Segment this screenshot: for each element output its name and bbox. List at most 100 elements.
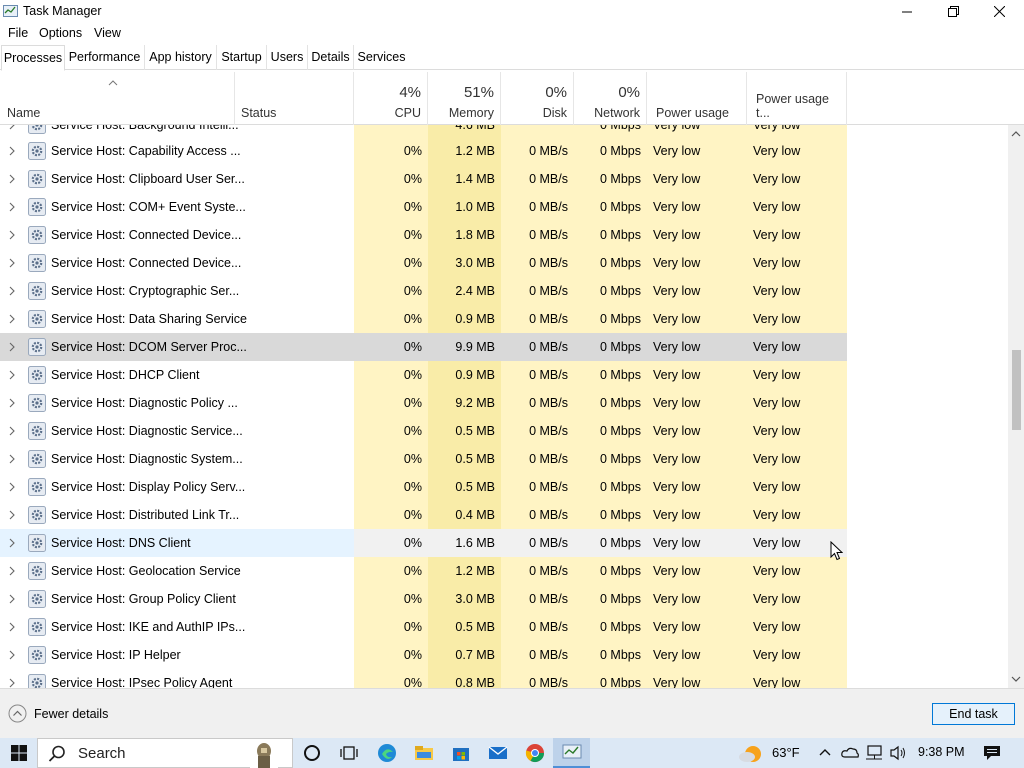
store-button[interactable]	[442, 738, 479, 768]
chevron-right-icon[interactable]	[8, 425, 16, 437]
tab-services[interactable]: Services	[354, 45, 409, 70]
menu-file[interactable]: File	[8, 26, 28, 40]
edge-button[interactable]	[368, 738, 405, 768]
chevron-up-circle-icon[interactable]	[8, 704, 27, 723]
table-row[interactable]: Service Host: DNS Client 0% 1.6 MB 0 MB/s 0 …	[0, 529, 1008, 557]
tab-performance[interactable]: Performance	[65, 45, 145, 70]
process-name: Service Host: IPsec Policy Agent	[51, 676, 233, 688]
column-header-disk[interactable]: 0% Disk	[501, 72, 574, 125]
network-icon[interactable]	[865, 745, 883, 761]
chevron-right-icon[interactable]	[8, 397, 16, 409]
table-row[interactable]: Service Host: DCOM Server Proc... 0% 9.9 M…	[0, 333, 1008, 361]
menu-options[interactable]: Options	[39, 26, 82, 40]
tab-details[interactable]: Details	[308, 45, 354, 70]
chrome-button[interactable]	[516, 738, 553, 768]
chevron-right-icon[interactable]	[8, 621, 16, 633]
table-row[interactable]: Service Host: Cryptographic Ser... 0% 2.4 …	[0, 277, 1008, 305]
table-row[interactable]: Service Host: IPsec Policy Agent 0% 0.8 MB…	[0, 669, 1008, 688]
tab-users[interactable]: Users	[267, 45, 308, 70]
service-gear-icon	[28, 674, 46, 688]
menu-view[interactable]: View	[94, 26, 121, 40]
process-name: Service Host: IP Helper	[51, 648, 181, 662]
weather-temperature[interactable]: 63°F	[772, 745, 800, 760]
file-explorer-button[interactable]	[405, 738, 442, 768]
process-name: Service Host: Group Policy Client	[51, 592, 236, 606]
cell-network: 0 Mbps	[600, 508, 641, 522]
table-row[interactable]: Service Host: Distributed Link Tr... 0% 0.…	[0, 501, 1008, 529]
table-row[interactable]: Service Host: IP Helper 0% 0.7 MB 0 MB/s 0 M…	[0, 641, 1008, 669]
fewer-details-link[interactable]: Fewer details	[34, 707, 108, 721]
column-header-memory[interactable]: 51% Memory	[428, 72, 501, 125]
chevron-right-icon[interactable]	[8, 285, 16, 297]
chevron-right-icon[interactable]	[8, 341, 16, 353]
chevron-right-icon[interactable]	[8, 565, 16, 577]
table-row[interactable]: Service Host: Group Policy Client 0% 3.0 M…	[0, 585, 1008, 613]
tab-app-history[interactable]: App history	[145, 45, 217, 70]
table-row[interactable]: Service Host: Connected Device... 0% 1.8 M…	[0, 221, 1008, 249]
table-row[interactable]: Service Host: Diagnostic Service... 0% 0.5…	[0, 417, 1008, 445]
service-gear-icon	[28, 226, 46, 244]
scroll-up-arrow-icon[interactable]	[1008, 127, 1024, 141]
chevron-right-icon[interactable]	[8, 173, 16, 185]
close-button[interactable]	[976, 0, 1022, 23]
table-row[interactable]: Service Host: Capability Access ... 0% 1.2…	[0, 137, 1008, 165]
table-row[interactable]: Service Host: COM+ Event Syste... 0% 1.0 M…	[0, 193, 1008, 221]
chevron-right-icon[interactable]	[8, 229, 16, 241]
chevron-right-icon[interactable]	[8, 201, 16, 213]
chevron-right-icon[interactable]	[8, 649, 16, 661]
chevron-right-icon[interactable]	[8, 509, 16, 521]
chevron-right-icon[interactable]	[8, 145, 16, 157]
chevron-right-icon[interactable]	[8, 677, 16, 688]
chevron-right-icon[interactable]	[8, 313, 16, 325]
table-row[interactable]: Service Host: Geolocation Service 0% 1.2 M…	[0, 557, 1008, 585]
chevron-right-icon[interactable]	[8, 593, 16, 605]
table-row[interactable]: Service Host: Clipboard User Ser... 0% 1.4…	[0, 165, 1008, 193]
chevron-right-icon[interactable]	[8, 481, 16, 493]
file-explorer-icon	[414, 746, 433, 760]
column-header-network[interactable]: 0% Network	[574, 72, 647, 125]
process-name: Service Host: Background Intelli...	[51, 125, 239, 132]
chevron-right-icon[interactable]	[8, 537, 16, 549]
column-header-power-usage[interactable]: Power usage	[647, 72, 747, 125]
weather-icon[interactable]	[738, 741, 764, 765]
column-header-cpu[interactable]: 4% CPU	[354, 72, 428, 125]
chevron-right-icon[interactable]	[8, 125, 16, 131]
table-row[interactable]: Service Host: Diagnostic Policy ... 0% 9.2…	[0, 389, 1008, 417]
column-header-name[interactable]: Name	[0, 72, 235, 125]
table-row[interactable]: Service Host: Connected Device... 0% 3.0 M…	[0, 249, 1008, 277]
cell-disk: 0 MB/s	[529, 228, 568, 242]
table-row[interactable]: Service Host: Data Sharing Service 0% 0.9 …	[0, 305, 1008, 333]
action-center-icon[interactable]	[983, 745, 1001, 761]
end-task-button[interactable]: End task	[932, 703, 1015, 725]
cortana-button[interactable]	[293, 738, 330, 768]
column-header-status[interactable]: Status	[235, 72, 354, 125]
vertical-scrollbar[interactable]	[1008, 125, 1024, 688]
chevron-right-icon[interactable]	[8, 257, 16, 269]
chevron-up-icon[interactable]	[819, 747, 831, 757]
search-label: Search	[78, 745, 126, 762]
tab-startup[interactable]: Startup	[217, 45, 267, 70]
minimize-button[interactable]	[884, 0, 930, 23]
taskbar-search-box[interactable]: Search	[37, 738, 293, 768]
task-view-button[interactable]	[330, 738, 367, 768]
taskbar-clock[interactable]: 9:38 PM	[918, 745, 965, 759]
service-gear-icon	[28, 282, 46, 300]
table-row[interactable]: Service Host: Diagnostic System... 0% 0.5 …	[0, 445, 1008, 473]
tab-processes[interactable]: Processes	[1, 45, 65, 71]
table-row[interactable]: Service Host: DHCP Client 0% 0.9 MB 0 MB/s 0…	[0, 361, 1008, 389]
scroll-down-arrow-icon[interactable]	[1008, 672, 1024, 686]
volume-icon[interactable]	[889, 745, 907, 761]
table-row[interactable]: Service Host: IKE and AuthIP IPs... 0% 0.5…	[0, 613, 1008, 641]
cell-power-usage-trend: Very low	[753, 312, 801, 326]
service-gear-icon	[28, 254, 46, 272]
chevron-right-icon[interactable]	[8, 369, 16, 381]
mail-button[interactable]	[479, 738, 516, 768]
table-row[interactable]: Service Host: Display Policy Serv... 0% 0.…	[0, 473, 1008, 501]
column-header-power-usage-trend[interactable]: Power usage t...	[747, 72, 847, 125]
restore-button[interactable]	[930, 0, 976, 23]
scrollbar-thumb[interactable]	[1012, 350, 1021, 430]
start-button[interactable]	[0, 738, 37, 768]
onedrive-icon[interactable]	[841, 746, 859, 758]
task-manager-taskbar-button[interactable]	[553, 738, 590, 768]
chevron-right-icon[interactable]	[8, 453, 16, 465]
